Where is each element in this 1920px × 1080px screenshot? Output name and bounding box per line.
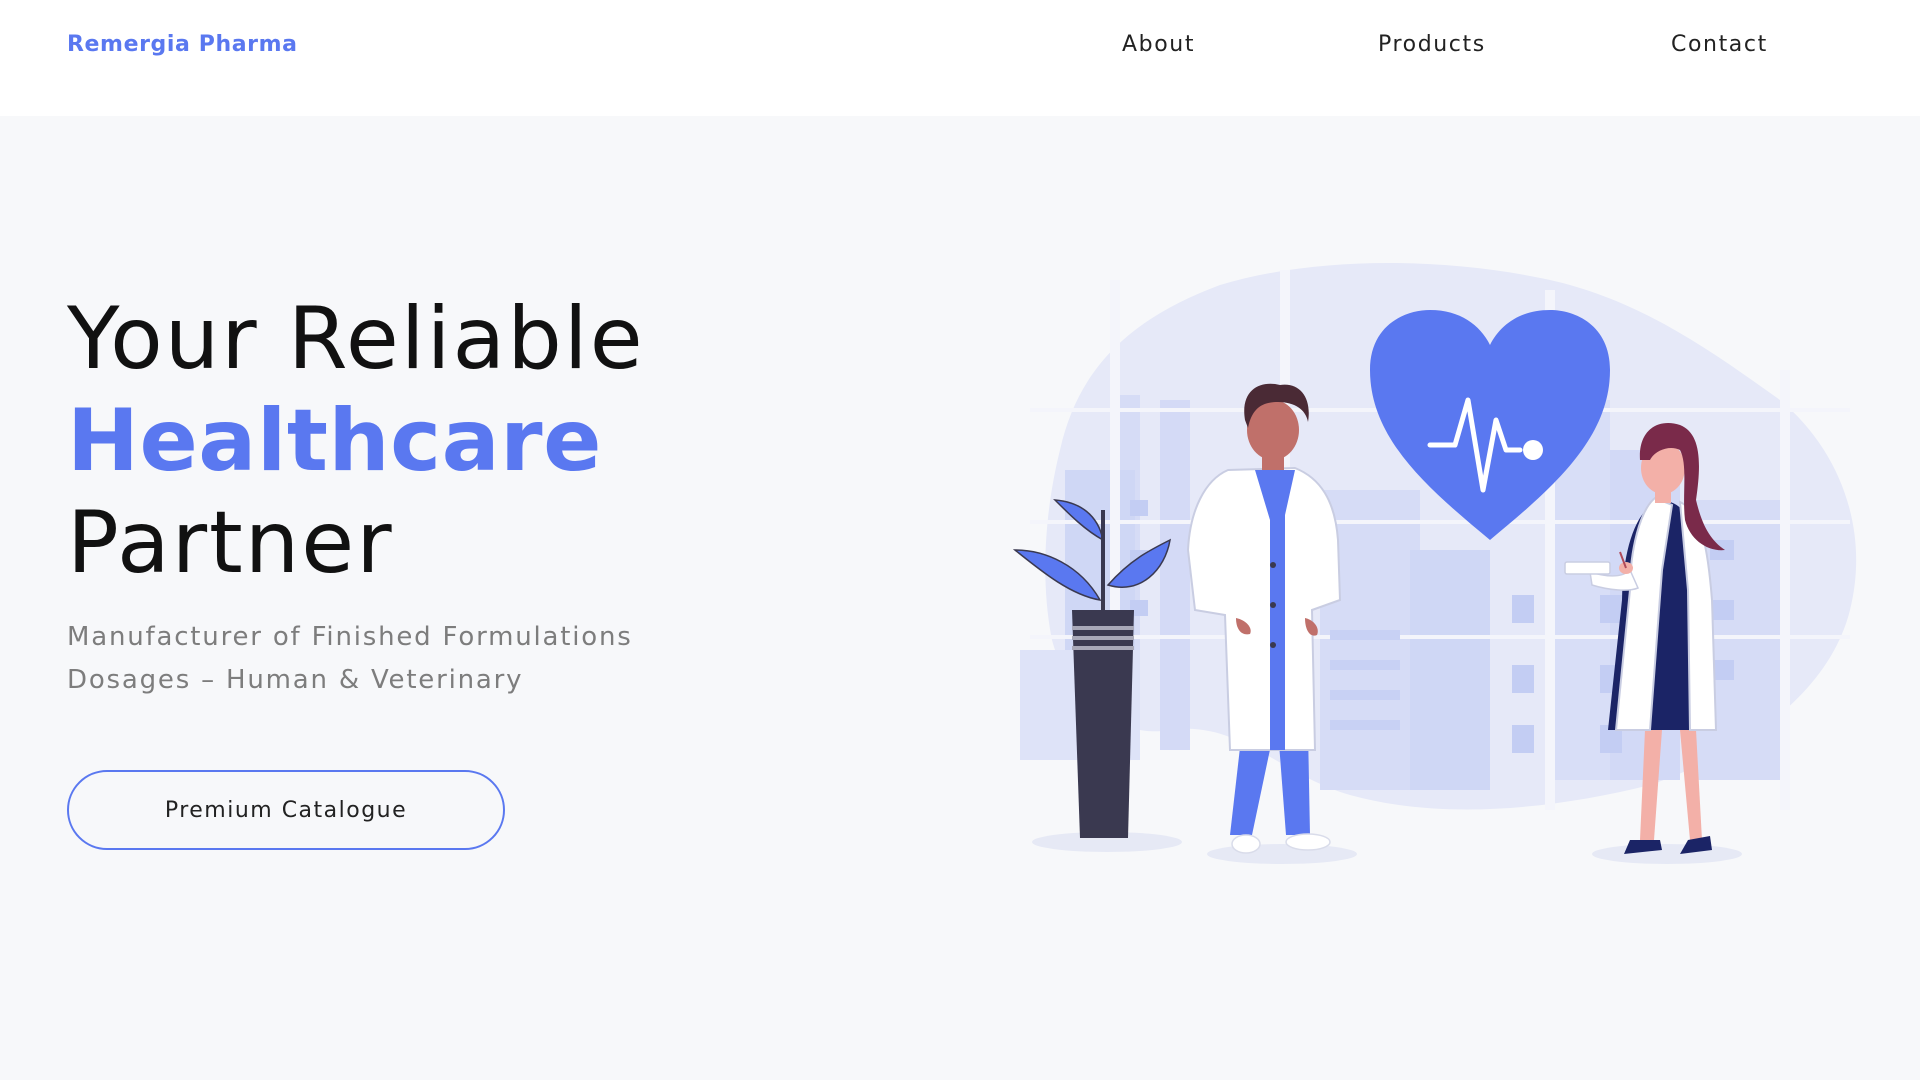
hero-title-line-3: Partner [67, 493, 394, 593]
nurse-shadow [1592, 844, 1742, 864]
hero-title: Your Reliable Healthcare Partner [67, 288, 645, 594]
hero-title-line-1: Your Reliable [67, 289, 645, 389]
nav-link-contact[interactable]: Contact [1671, 32, 1768, 57]
premium-catalogue-button[interactable]: Premium Catalogue [67, 770, 505, 850]
hero-title-accent: Healthcare [67, 391, 602, 491]
doctor-shadow [1207, 844, 1357, 864]
nav-link-about[interactable]: About [1122, 32, 1195, 57]
hero-subtitle-line-1: Manufacturer of Finished Formulations [67, 622, 633, 652]
healthcare-illustration [1012, 262, 1857, 864]
hero-subtitle-line-2: Dosages – Human & Veterinary [67, 665, 524, 695]
nav-link-products[interactable]: Products [1378, 32, 1486, 57]
hero-subtitle: Manufacturer of Finished Formulations Do… [67, 616, 707, 702]
brand-logo[interactable]: Remergia Pharma [67, 32, 298, 57]
top-navbar: Remergia Pharma About Products Contact [0, 0, 1920, 116]
